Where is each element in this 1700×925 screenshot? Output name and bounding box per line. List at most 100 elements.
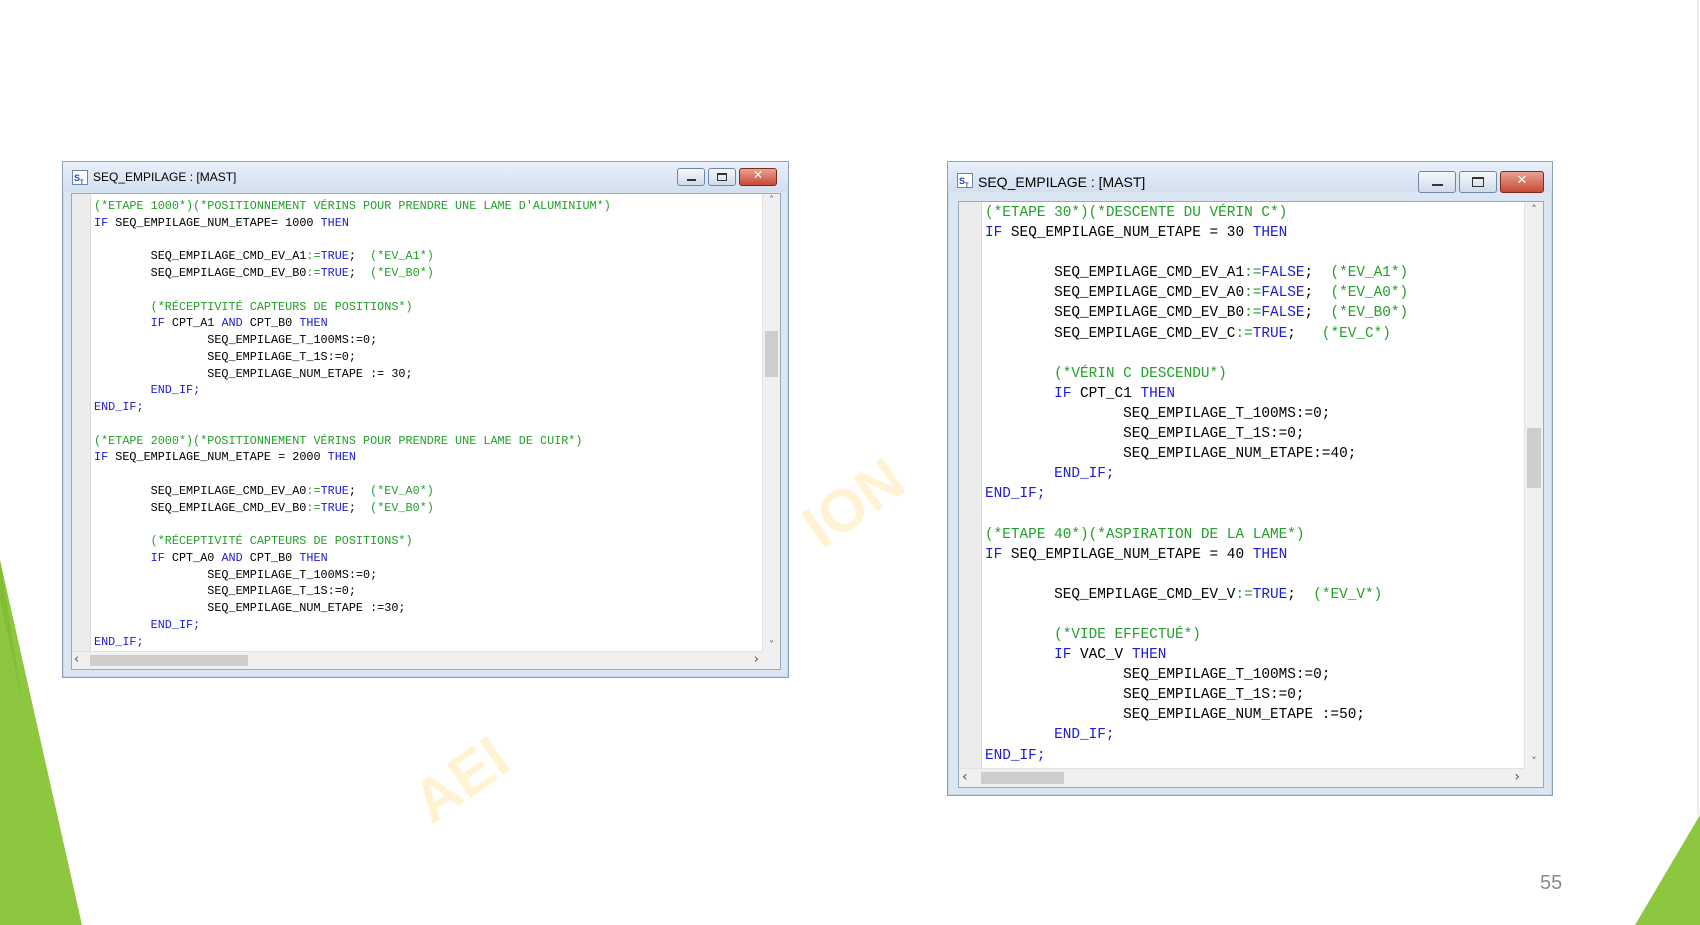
code-line: IF SEQ_EMPILAGE_NUM_ETAPE = 2000 THEN xyxy=(94,449,611,466)
keyword-token: END_IF; xyxy=(150,617,201,632)
code-line: SEQ_EMPILAGE_CMD_EV_B0:=TRUE; (*EV_B0*) xyxy=(94,500,611,517)
comment-token: := xyxy=(1235,325,1253,342)
maximize-button[interactable] xyxy=(1459,171,1497,193)
code-editor[interactable]: (*ETAPE 30*)(*DESCENTE DU VÉRIN C*) IF SE… xyxy=(958,201,1544,788)
vertical-scroll-thumb[interactable] xyxy=(765,331,778,377)
horizontal-scrollbar[interactable]: ‹ › xyxy=(959,768,1525,787)
maximize-button[interactable] xyxy=(708,168,736,186)
code-line: SEQ_EMPILAGE_NUM_ETAPE :=30; xyxy=(94,600,611,617)
editor-window-left[interactable]: ST SEQ_EMPILAGE : [MAST] ✕ (*ETAPE 1000*… xyxy=(62,161,789,678)
maximize-icon xyxy=(1472,177,1484,187)
st-editor-icon: ST xyxy=(957,173,973,189)
scroll-down-icon[interactable]: ˅ xyxy=(763,640,780,651)
code-line: SEQ_EMPILAGE_CMD_EV_A0:=FALSE; (*EV_A0*) xyxy=(985,283,1408,303)
code-line: IF CPT_A0 AND CPT_B0 THEN xyxy=(94,550,611,567)
code-token: ; xyxy=(1304,285,1331,302)
code-token: 30; xyxy=(384,366,413,381)
minimize-button[interactable] xyxy=(1418,171,1456,193)
comment-token: := xyxy=(306,500,321,515)
minimize-button[interactable] xyxy=(677,168,705,186)
vertical-scrollbar[interactable]: ˄ ˅ xyxy=(1524,202,1543,769)
scroll-down-icon[interactable]: ˅ xyxy=(1525,755,1543,768)
code-token: SEQ_EMPILAGE_NUM_ETAPE xyxy=(108,215,271,230)
keyword-token: END_IF; xyxy=(150,383,201,398)
code-editor[interactable]: (*ETAPE 1000*)(*POSITIONNEMENT VÉRINS PO… xyxy=(71,193,781,670)
comment-token: (*EV_A0*) xyxy=(370,483,434,498)
resize-grip-icon[interactable] xyxy=(763,652,780,669)
line-gutter xyxy=(72,194,91,669)
close-icon: ✕ xyxy=(1516,173,1528,188)
code-line: IF SEQ_EMPILAGE_NUM_ETAPE = 30 THEN xyxy=(985,223,1408,243)
code-line: END_IF; xyxy=(94,634,611,651)
code-token: SEQ_EMPILAGE_CMD_EV_C xyxy=(985,325,1236,342)
code-line: IF CPT_C1 THEN xyxy=(985,384,1408,404)
comment-token: (*EV_C*) xyxy=(1321,325,1391,342)
code-token: 0; xyxy=(341,584,356,599)
keyword-token: TRUE xyxy=(320,249,349,264)
code-line: SEQ_EMPILAGE_CMD_EV_A1:=FALSE; (*EV_A1*) xyxy=(985,263,1408,283)
code-token: SEQ_EMPILAGE_T_1S xyxy=(94,349,328,364)
code-token: := xyxy=(348,567,364,582)
vertical-scrollbar[interactable]: ˄ ˅ xyxy=(762,194,780,652)
scroll-right-icon[interactable]: › xyxy=(754,652,759,667)
code-token: SEQ_EMPILAGE_T_1S xyxy=(94,584,328,599)
close-button[interactable]: ✕ xyxy=(739,168,777,186)
code-line: (*ETAPE 30*)(*DESCENTE DU VÉRIN C*) xyxy=(985,203,1408,223)
scroll-left-icon[interactable]: ‹ xyxy=(74,652,79,667)
scroll-up-icon[interactable]: ˄ xyxy=(1525,203,1543,216)
code-token: SEQ_EMPILAGE_NUM_ETAPE xyxy=(94,366,371,381)
code-token: CPT_C1 xyxy=(1071,385,1141,402)
code-token: ; xyxy=(1304,305,1331,322)
code-token: := xyxy=(1295,667,1314,684)
comment-token: := xyxy=(306,483,321,498)
code-line: SEQ_EMPILAGE_T_1S:=0; xyxy=(94,583,611,600)
code-text[interactable]: (*ETAPE 30*)(*DESCENTE DU VÉRIN C*) IF SE… xyxy=(985,203,1408,766)
horizontal-scrollbar[interactable]: ‹ › xyxy=(72,651,763,669)
maximize-icon xyxy=(717,173,727,181)
code-token: ; xyxy=(348,249,371,264)
scroll-left-icon[interactable]: ‹ xyxy=(962,769,968,785)
keyword-token: IF xyxy=(1054,385,1072,402)
comment-token: (*EV_A1*) xyxy=(370,249,434,264)
code-token: := xyxy=(1269,687,1288,704)
keyword-token: TRUE xyxy=(1252,586,1288,603)
code-line: SEQ_EMPILAGE_T_1S:=0; xyxy=(985,424,1408,444)
title-bar[interactable]: ST SEQ_EMPILAGE : [MAST] ✕ xyxy=(948,162,1552,193)
comment-token: := xyxy=(1244,305,1262,322)
code-line: SEQ_EMPILAGE_T_100MS:=0; xyxy=(94,567,611,584)
code-line: END_IF; xyxy=(94,617,611,634)
comment-token: (*VÉRIN C DESCENDU*) xyxy=(985,365,1227,382)
vertical-scroll-thumb[interactable] xyxy=(1527,428,1541,488)
keyword-token: THEN xyxy=(1252,225,1288,242)
line-gutter xyxy=(959,202,982,787)
comment-token: (*EV_B0*) xyxy=(370,266,434,280)
code-line: END_IF; xyxy=(94,382,611,399)
close-icon: ✕ xyxy=(752,168,764,182)
code-text[interactable]: (*ETAPE 1000*)(*POSITIONNEMENT VÉRINS PO… xyxy=(94,198,611,650)
scroll-right-icon[interactable]: › xyxy=(1514,769,1520,785)
scroll-up-icon[interactable]: ˄ xyxy=(763,195,780,206)
code-token: SEQ_EMPILAGE_NUM_ETAPE xyxy=(985,707,1322,724)
resize-grip-icon[interactable] xyxy=(1525,769,1543,787)
horizontal-scroll-thumb[interactable] xyxy=(90,655,248,666)
code-token: SEQ_EMPILAGE_T_100MS xyxy=(94,333,349,347)
horizontal-scroll-thumb[interactable] xyxy=(981,772,1064,784)
code-line: (*VIDE EFFECTUÉ*) xyxy=(985,625,1408,645)
title-bar[interactable]: ST SEQ_EMPILAGE : [MAST] ✕ xyxy=(63,162,788,192)
code-token: 50; xyxy=(1339,707,1365,724)
code-token: ; xyxy=(1287,586,1314,603)
keyword-token: THEN xyxy=(327,450,356,465)
editor-window-right[interactable]: ST SEQ_EMPILAGE : [MAST] ✕ (*ETAPE 30*)(… xyxy=(947,161,1553,796)
keyword-token: END_IF; xyxy=(985,747,1046,764)
code-line: END_IF; xyxy=(985,484,1408,504)
keyword-token: IF xyxy=(94,215,109,230)
code-token: SEQ_EMPILAGE_CMD_EV_A0 xyxy=(94,483,307,498)
code-line: SEQ_EMPILAGE_T_100MS:=0; xyxy=(94,332,611,349)
close-button[interactable]: ✕ xyxy=(1500,171,1544,193)
code-line: SEQ_EMPILAGE_NUM_ETAPE:=40; xyxy=(985,444,1408,464)
code-line: SEQ_EMPILAGE_NUM_ETAPE := 30; xyxy=(94,366,611,383)
window-title: SEQ_EMPILAGE : [MAST] xyxy=(978,174,1146,190)
